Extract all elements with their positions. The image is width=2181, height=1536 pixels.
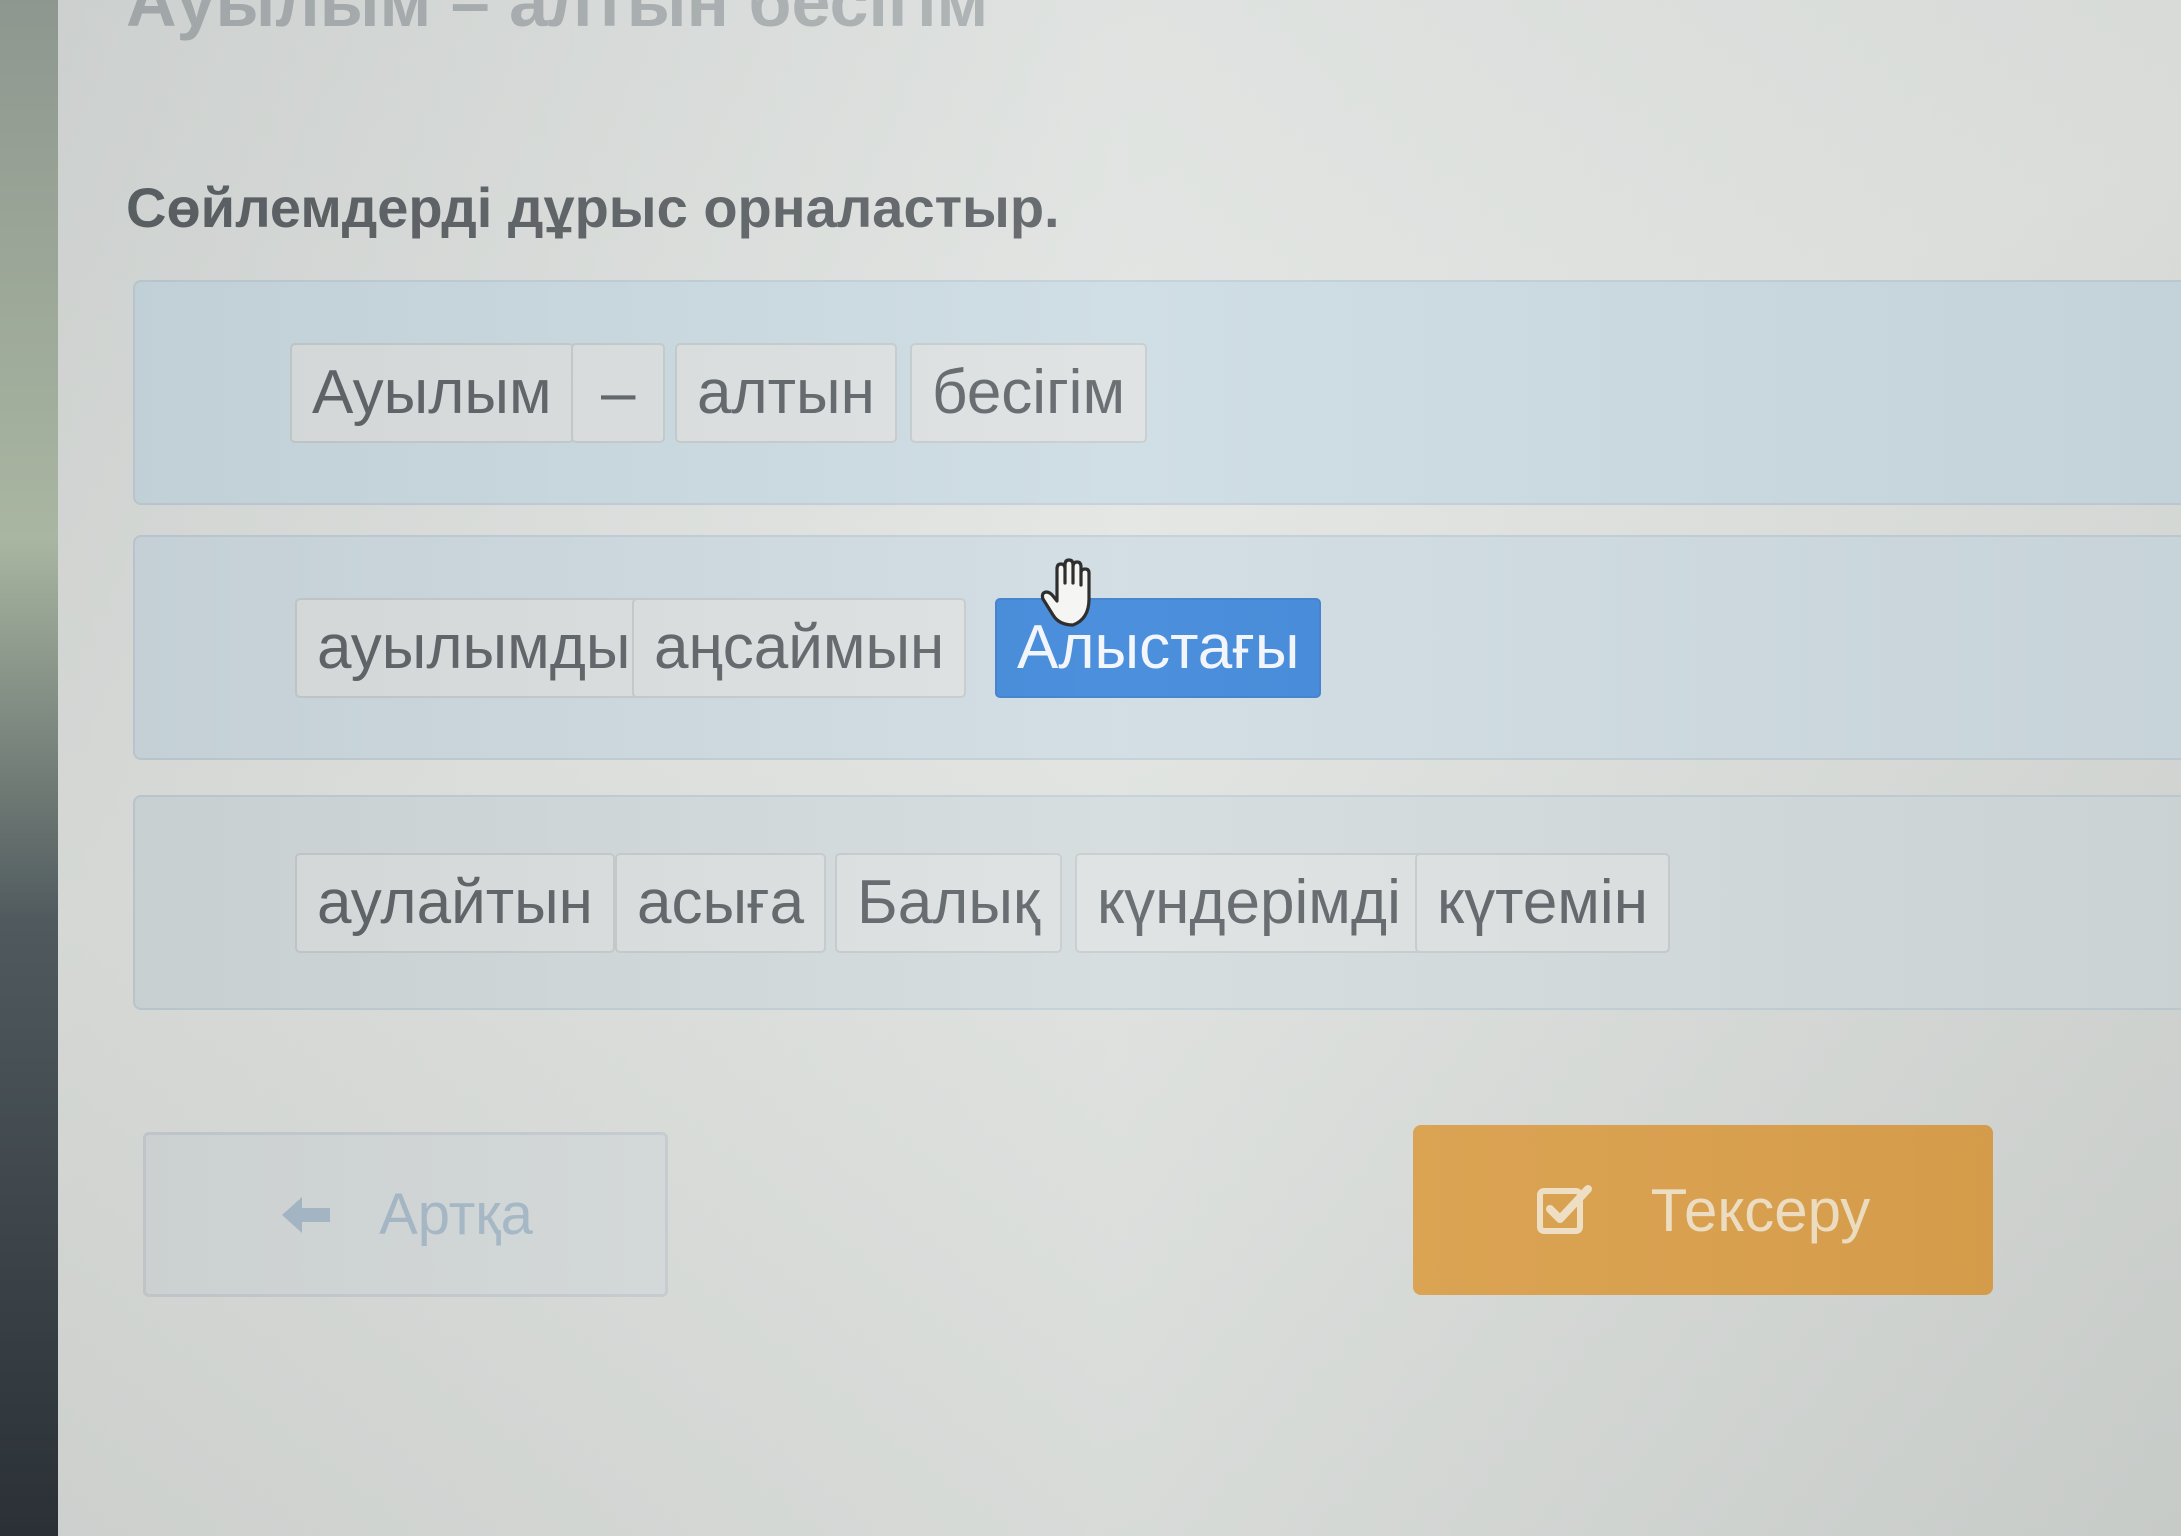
checkbox-check-icon: [1536, 1181, 1596, 1239]
check-button-label: Тексеру: [1650, 1176, 1871, 1244]
arrow-left-icon: [278, 1193, 334, 1237]
word-chip[interactable]: ауылымды: [295, 597, 653, 698]
hand-grab-cursor-icon: [1040, 558, 1091, 627]
word-chip[interactable]: Балық: [835, 852, 1063, 953]
word-chip[interactable]: асыға: [615, 852, 827, 953]
word-chip[interactable]: –: [571, 342, 666, 443]
word-chip[interactable]: аулайтын: [295, 852, 615, 953]
instruction-text: Сөйлемдерді дұрыс орналастыр.: [126, 176, 1060, 239]
monitor-bezel: [0, 0, 60, 1536]
sentence-row-2[interactable]: ауылымды аңсаймын Алыстағы: [133, 535, 2181, 760]
word-chip[interactable]: бесігім: [910, 342, 1148, 443]
sentence-row-3[interactable]: аулайтын асыға Балық күндерімді күтемін: [133, 795, 2181, 1010]
word-chip[interactable]: аңсаймын: [632, 597, 967, 698]
word-chip[interactable]: күндерімді: [1075, 852, 1423, 953]
word-chip[interactable]: алтын: [675, 342, 897, 443]
sentence-row-1[interactable]: Ауылым – алтын бесігім: [133, 280, 2181, 505]
word-chip[interactable]: Ауылым: [290, 342, 574, 443]
back-button[interactable]: Артқа: [143, 1132, 668, 1297]
previous-title: Ауылым – алтын бесігім: [126, 0, 989, 41]
word-chip[interactable]: күтемін: [1415, 852, 1670, 953]
back-button-label: Артқа: [379, 1182, 533, 1247]
check-answer-button[interactable]: Тексеру: [1413, 1125, 1993, 1295]
exercise-screen: Ауылым – алтын бесігім Сөйлемдерді дұрыс…: [58, 0, 2181, 1536]
